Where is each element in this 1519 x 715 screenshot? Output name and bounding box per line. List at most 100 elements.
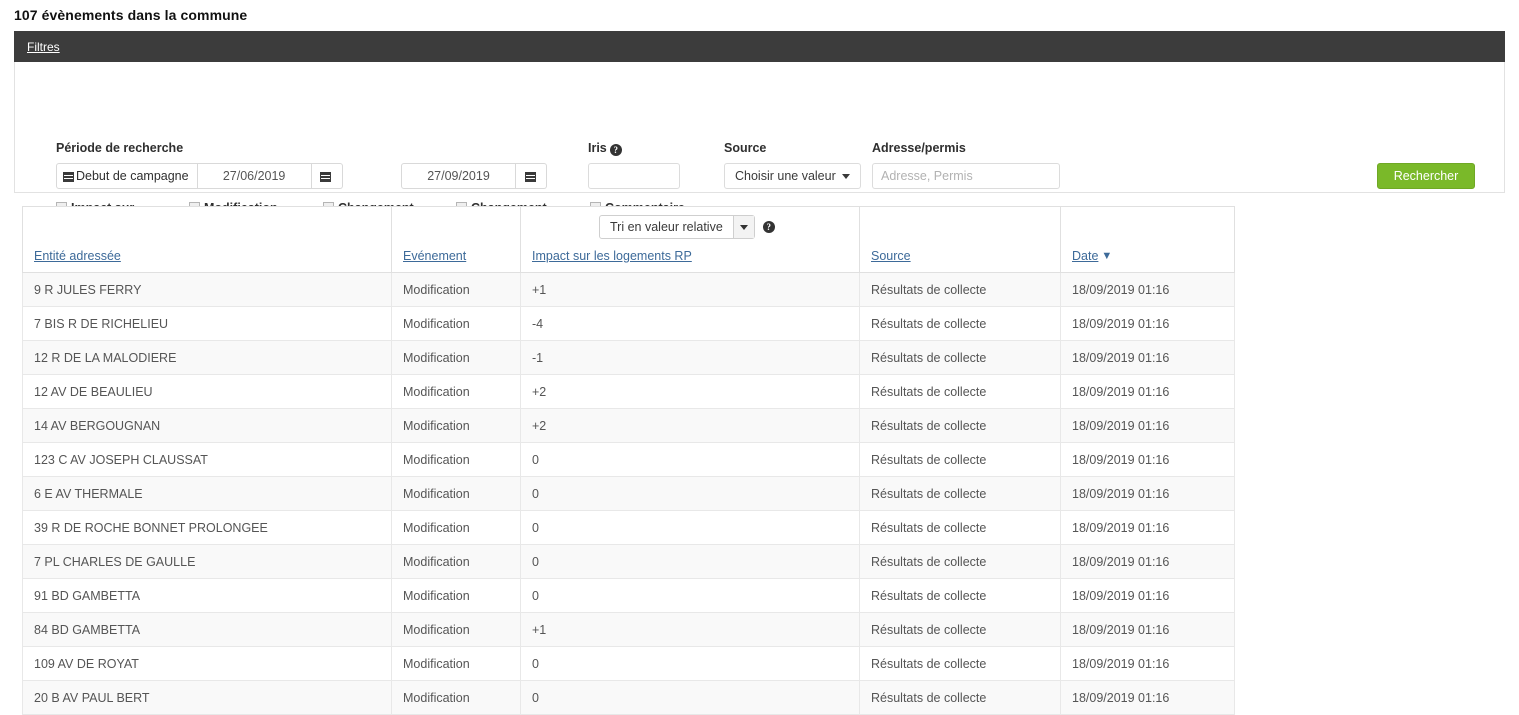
cell-entite-adressee: 12 AV DE BEAULIEU <box>22 374 392 409</box>
cell-evenement: Modification <box>391 476 521 511</box>
cell-evenement: Modification <box>391 680 521 715</box>
cell-entite-adressee: 39 R DE ROCHE BONNET PROLONGEE <box>22 510 392 545</box>
results-table: Entité adressée Evénement Tri en valeur … <box>22 206 1235 715</box>
filter-panel-header: Filtres <box>14 31 1505 62</box>
date-to-calendar-button[interactable] <box>516 163 547 189</box>
cell-entite-adressee: 20 B AV PAUL BERT <box>22 680 392 715</box>
help-icon[interactable]: ? <box>609 144 622 156</box>
cell-source: Résultats de collecte <box>859 612 1061 647</box>
cell-impact: +1 <box>520 612 860 647</box>
date-from-input[interactable] <box>197 163 312 189</box>
results-table-wrapper: Entité adressée Evénement Tri en valeur … <box>22 206 1235 715</box>
table-row[interactable]: 12 R DE LA MALODIERE Modification -1 Résult… <box>22 340 1235 375</box>
table-row[interactable]: 84 BD GAMBETTA Modification +1 Résultats de… <box>22 612 1235 647</box>
cell-date: 18/09/2019 01:16 <box>1060 408 1235 443</box>
chevron-down-icon <box>739 224 748 230</box>
cell-source: Résultats de collecte <box>859 544 1061 579</box>
cell-entite-adressee: 123 C AV JOSEPH CLAUSSAT <box>22 442 392 477</box>
period-label: Période de recherche <box>56 141 184 155</box>
iris-input[interactable] <box>588 163 680 189</box>
calendar-icon <box>63 171 74 182</box>
table-row[interactable]: 9 R JULES FERRY Modification +1 Résultats d… <box>22 272 1235 307</box>
sort-link-date[interactable]: Date <box>1072 249 1098 263</box>
period-date-group: Debut de campagne <box>56 163 343 189</box>
column-header-entite-adressee: Entité adressée <box>22 206 392 273</box>
search-button[interactable]: Rechercher <box>1377 163 1475 189</box>
cell-source: Résultats de collecte <box>859 510 1061 545</box>
cell-evenement: Modification <box>391 612 521 647</box>
cell-date: 18/09/2019 01:16 <box>1060 510 1235 545</box>
cell-evenement: Modification <box>391 340 521 375</box>
date-from-calendar-button[interactable] <box>311 163 343 189</box>
cell-entite-adressee: 84 BD GAMBETTA <box>22 612 392 647</box>
results-table-body: 9 R JULES FERRY Modification +1 Résultats d… <box>22 272 1235 715</box>
table-row[interactable]: 123 C AV JOSEPH CLAUSSAT Modification 0 Rés… <box>22 442 1235 477</box>
cell-date: 18/09/2019 01:16 <box>1060 646 1235 681</box>
date-to-input[interactable] <box>401 163 516 189</box>
debut-campagne-label: Debut de campagne <box>76 169 189 183</box>
cell-entite-adressee: 109 AV DE ROYAT <box>22 646 392 681</box>
sort-desc-arrow-icon: ▼ <box>1101 250 1113 262</box>
cell-impact: 0 <box>520 646 860 681</box>
cell-date: 18/09/2019 01:16 <box>1060 476 1235 511</box>
table-row[interactable]: 12 AV DE BEAULIEU Modification +2 Résultats… <box>22 374 1235 409</box>
cell-impact: +1 <box>520 272 860 307</box>
cell-evenement: Modification <box>391 408 521 443</box>
sort-link-impact-logements-rp[interactable]: Impact sur les logements RP <box>532 249 692 263</box>
tri-mode-select[interactable]: Tri en valeur relative <box>599 215 755 239</box>
cell-date: 18/09/2019 01:16 <box>1060 442 1235 477</box>
cell-impact: 0 <box>520 578 860 613</box>
cell-date: 18/09/2019 01:16 <box>1060 612 1235 647</box>
filters-toggle-link[interactable]: Filtres <box>27 40 60 54</box>
source-selected-value: Choisir une valeur <box>735 169 836 183</box>
column-header-source: Source <box>859 206 1061 273</box>
sort-link-entite-adressee[interactable]: Entité adressée <box>34 249 121 263</box>
cell-evenement: Modification <box>391 578 521 613</box>
column-header-impact-logements-rp: Tri en valeur relative ? Impact sur les … <box>520 206 860 273</box>
cell-entite-adressee: 91 BD GAMBETTA <box>22 578 392 613</box>
tri-mode-dropdown-button[interactable] <box>732 216 754 238</box>
cell-date: 18/09/2019 01:16 <box>1060 680 1235 715</box>
cell-date: 18/09/2019 01:16 <box>1060 374 1235 409</box>
cell-source: Résultats de collecte <box>859 680 1061 715</box>
table-row[interactable]: 7 PL CHARLES DE GAULLE Modification 0 Résul… <box>22 544 1235 579</box>
cell-evenement: Modification <box>391 646 521 681</box>
cell-impact: 0 <box>520 442 860 477</box>
cell-source: Résultats de collecte <box>859 374 1061 409</box>
address-input[interactable] <box>872 163 1060 189</box>
cell-entite-adressee: 7 PL CHARLES DE GAULLE <box>22 544 392 579</box>
cell-impact: 0 <box>520 476 860 511</box>
cell-impact: -1 <box>520 340 860 375</box>
filter-panel-body: Période de recherche Debut de campagne I… <box>15 62 1504 250</box>
source-select[interactable]: Choisir une valeur <box>724 163 861 189</box>
table-row[interactable]: 6 E AV THERMALE Modification 0 Résultats de… <box>22 476 1235 511</box>
cell-evenement: Modification <box>391 272 521 307</box>
table-row[interactable]: 14 AV BERGOUGNAN Modification +2 Résultats … <box>22 408 1235 443</box>
cell-source: Résultats de collecte <box>859 476 1061 511</box>
cell-date: 18/09/2019 01:16 <box>1060 578 1235 613</box>
filter-panel: Filtres Période de recherche Debut de ca… <box>14 31 1505 250</box>
table-row[interactable]: 7 BIS R DE RICHELIEU Modification -4 Résult… <box>22 306 1235 341</box>
table-row[interactable]: 109 AV DE ROYAT Modification 0 Résultats de… <box>22 646 1235 681</box>
cell-source: Résultats de collecte <box>859 272 1061 307</box>
period-date-to-group <box>401 163 547 189</box>
cell-impact: 0 <box>520 680 860 715</box>
cell-date: 18/09/2019 01:16 <box>1060 272 1235 307</box>
table-row[interactable]: 39 R DE ROCHE BONNET PROLONGEE Modificati… <box>22 510 1235 545</box>
sort-link-source[interactable]: Source <box>871 249 911 263</box>
column-header-evenement: Evénement <box>391 206 521 273</box>
table-row[interactable]: 20 B AV PAUL BERT Modification 0 Résultats … <box>22 680 1235 715</box>
cell-evenement: Modification <box>391 510 521 545</box>
help-icon[interactable]: ? <box>762 221 775 233</box>
cell-impact: 0 <box>520 510 860 545</box>
page-title: 107 évènements dans la commune <box>14 7 248 23</box>
calendar-icon <box>320 171 332 182</box>
sort-link-evenement[interactable]: Evénement <box>403 249 466 263</box>
table-row[interactable]: 91 BD GAMBETTA Modification 0 Résultats de … <box>22 578 1235 613</box>
cell-impact: -4 <box>520 306 860 341</box>
cell-source: Résultats de collecte <box>859 646 1061 681</box>
cell-source: Résultats de collecte <box>859 442 1061 477</box>
debut-campagne-button[interactable]: Debut de campagne <box>56 163 198 189</box>
cell-source: Résultats de collecte <box>859 306 1061 341</box>
calendar-icon <box>524 171 536 182</box>
